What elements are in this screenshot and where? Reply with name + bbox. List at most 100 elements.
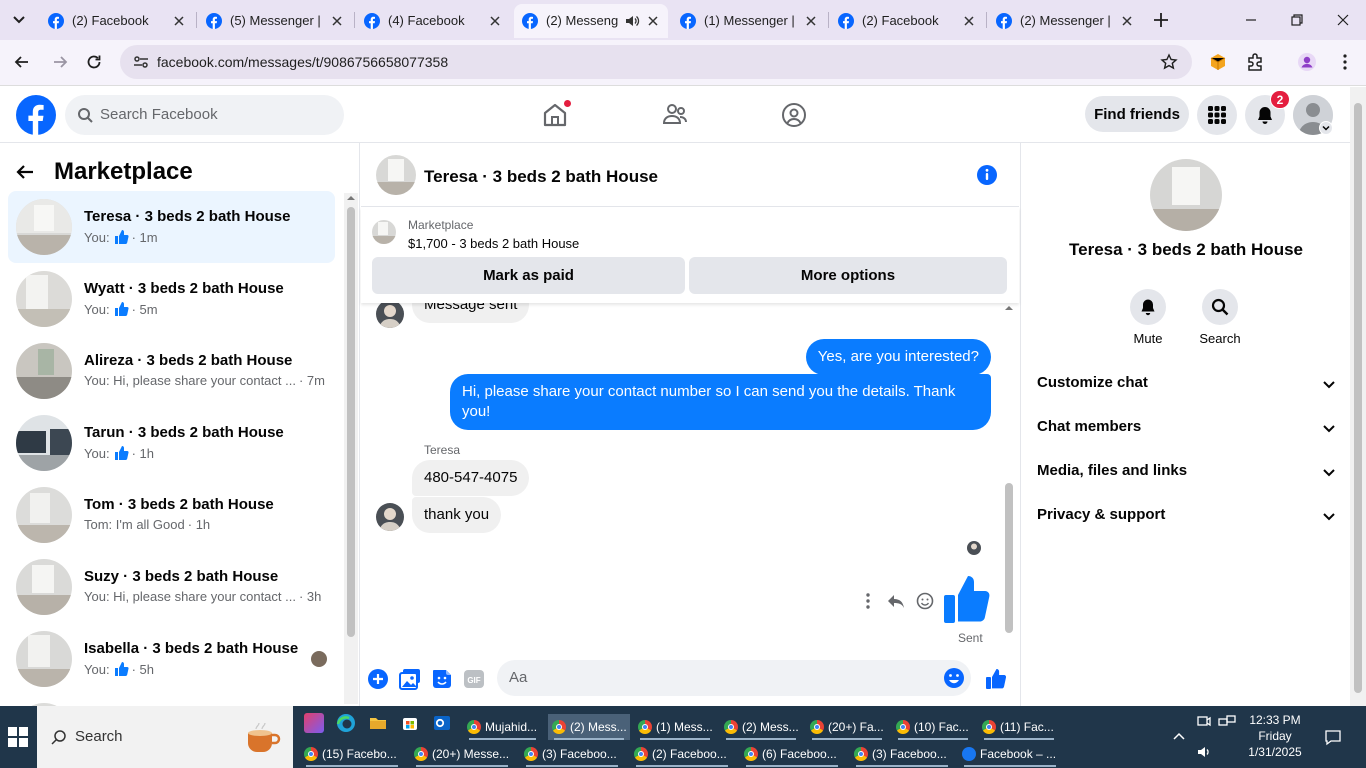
taskbar-window[interactable]: Facebook – ...: [958, 741, 1062, 767]
browser-menu-icon[interactable]: [1335, 52, 1355, 72]
close-tab-icon[interactable]: [330, 14, 344, 28]
taskbar-window[interactable]: (20+) Fa...: [806, 714, 888, 740]
minimize-icon[interactable]: [1241, 10, 1261, 30]
new-tab-icon[interactable]: [1150, 9, 1172, 31]
volume-icon[interactable]: [1196, 744, 1212, 760]
account-chevron[interactable]: [1319, 121, 1333, 135]
find-friends-button[interactable]: Find friends: [1085, 96, 1189, 132]
react-emoji-icon[interactable]: [916, 592, 934, 610]
browser-tab-7[interactable]: (2) Messenger |: [988, 4, 1142, 38]
mute-action[interactable]: Mute: [1118, 289, 1178, 346]
extension-box-icon[interactable]: [1208, 52, 1228, 72]
copilot-app-icon[interactable]: [304, 713, 324, 733]
windows-start-icon[interactable]: [8, 727, 28, 747]
close-tab-icon[interactable]: [1120, 14, 1134, 28]
page-scrollbar[interactable]: [1350, 87, 1366, 706]
conversation-item[interactable]: Wyatt · 3 beds 2 bath House You: · 5m: [8, 263, 335, 335]
restore-icon[interactable]: [1287, 10, 1307, 30]
taskbar-window-active[interactable]: (2) Mess...: [548, 714, 630, 740]
conversation-list-scrollbar[interactable]: [344, 193, 358, 704]
browser-tab-5[interactable]: (1) Messenger |: [672, 4, 826, 38]
customize-chat-section[interactable]: Customize chat: [1037, 362, 1337, 406]
taskbar-window[interactable]: (11) Fac...: [978, 714, 1060, 740]
browser-tab-1[interactable]: (2) Facebook: [40, 4, 194, 38]
close-tab-icon[interactable]: [962, 14, 976, 28]
browser-tab-6[interactable]: (2) Facebook: [830, 4, 984, 38]
bookmark-star-icon[interactable]: [1160, 53, 1178, 71]
conversation-item[interactable]: Alireza · 3 beds 2 bath House You: Hi, p…: [8, 335, 335, 407]
conversation-item[interactable]: Tarun · 3 beds 2 bath House You: · 1h: [8, 407, 335, 479]
groups-icon[interactable]: [780, 101, 808, 129]
taskbar-window[interactable]: (10) Fac...: [892, 714, 974, 740]
facebook-logo-icon[interactable]: [16, 95, 56, 135]
taskbar-window[interactable]: (2) Mess...: [720, 714, 802, 740]
extensions-puzzle-icon[interactable]: [1245, 52, 1265, 72]
taskbar-clock[interactable]: 12:33 PM Friday 1/31/2025: [1240, 712, 1310, 760]
chat-scrollbar[interactable]: [1001, 303, 1017, 648]
taskbar-window[interactable]: (6) Faceboo...: [740, 741, 844, 767]
more-options-button[interactable]: More options: [689, 257, 1007, 294]
edge-app-icon[interactable]: [336, 713, 356, 733]
chat-avatar[interactable]: [376, 155, 416, 195]
speaker-icon[interactable]: [624, 13, 640, 29]
taskbar-window[interactable]: (3) Faceboo...: [520, 741, 624, 767]
chat-members-section[interactable]: Chat members: [1037, 406, 1337, 450]
close-window-icon[interactable]: [1333, 10, 1353, 30]
friends-icon[interactable]: [661, 101, 689, 129]
reply-icon[interactable]: [887, 592, 905, 610]
close-tab-icon[interactable]: [488, 14, 502, 28]
forward-arrow-icon[interactable]: [50, 52, 70, 72]
site-settings-icon[interactable]: [132, 53, 150, 71]
close-tab-icon[interactable]: [804, 14, 818, 28]
taskbar-window[interactable]: (15) Facebo...: [300, 741, 404, 767]
info-icon[interactable]: [976, 164, 998, 186]
chat-title[interactable]: Teresa · 3 beds 2 bath House: [424, 167, 658, 187]
taskbar-search-box[interactable]: Search: [37, 706, 293, 768]
conversation-item[interactable]: Isabella · 3 beds 2 bath House You: · 5h: [8, 623, 335, 695]
message-input[interactable]: Aa: [497, 660, 971, 696]
taskbar-window[interactable]: Mujahid...: [463, 714, 542, 740]
back-arrow-icon[interactable]: [16, 164, 34, 180]
taskbar-window[interactable]: (2) Faceboo...: [630, 741, 734, 767]
privacy-support-section[interactable]: Privacy & support: [1037, 494, 1337, 538]
outlook-app-icon[interactable]: [432, 713, 452, 733]
facebook-search-box[interactable]: Search Facebook: [65, 95, 344, 135]
plus-circle-icon[interactable]: [367, 668, 389, 690]
tab-title: (5) Messenger |: [230, 13, 321, 28]
taskbar-window[interactable]: (3) Faceboo...: [850, 741, 954, 767]
listing-avatar[interactable]: [1150, 159, 1222, 231]
reload-icon[interactable]: [84, 52, 104, 72]
media-files-links-section[interactable]: Media, files and links: [1037, 450, 1337, 494]
close-tab-icon[interactable]: [646, 14, 660, 28]
back-arrow-icon[interactable]: [12, 52, 32, 72]
photo-gallery-icon[interactable]: [399, 668, 421, 690]
store-app-icon[interactable]: [400, 713, 420, 733]
address-bar[interactable]: facebook.com/messages/t/9086756658077358: [120, 45, 1192, 79]
conversation-item[interactable]: Suzy · 3 beds 2 bath House You: Hi, plea…: [8, 551, 335, 623]
taskbar-window[interactable]: (1) Mess...: [634, 714, 716, 740]
menu-button[interactable]: [1197, 95, 1237, 135]
taskbar-window[interactable]: (20+) Messe...: [410, 741, 514, 767]
more-actions-icon[interactable]: [863, 592, 873, 610]
network-icon[interactable]: [1218, 714, 1236, 730]
send-like-icon[interactable]: [985, 668, 1007, 690]
search-action[interactable]: Search: [1190, 289, 1250, 346]
browser-tab-2[interactable]: (5) Messenger |: [198, 4, 352, 38]
emoji-icon[interactable]: [943, 667, 965, 689]
sticker-icon[interactable]: [431, 668, 453, 690]
conversation-item[interactable]: Teresa · 3 beds 2 bath House You: · 1m: [8, 191, 335, 263]
meet-now-icon[interactable]: [1196, 714, 1212, 730]
listing-price-title[interactable]: $1,700 - 3 beds 2 bath House: [408, 236, 579, 251]
close-tab-icon[interactable]: [172, 14, 186, 28]
gif-icon[interactable]: GIF: [463, 668, 485, 690]
conversation-item[interactable]: Tom · 3 beds 2 bath House Tom: I'm all G…: [8, 479, 335, 551]
profile-icon[interactable]: [1297, 52, 1317, 72]
conversation-item-partial[interactable]: [8, 695, 335, 706]
tab-search-button[interactable]: [6, 8, 32, 32]
file-explorer-icon[interactable]: [368, 713, 388, 733]
notification-center-icon[interactable]: [1324, 728, 1342, 746]
browser-tab-4-active[interactable]: (2) Messeng: [514, 4, 668, 38]
browser-tab-3[interactable]: (4) Facebook: [356, 4, 510, 38]
show-hidden-icons-chevron-icon[interactable]: [1171, 729, 1187, 745]
mark-as-paid-button[interactable]: Mark as paid: [372, 257, 685, 294]
